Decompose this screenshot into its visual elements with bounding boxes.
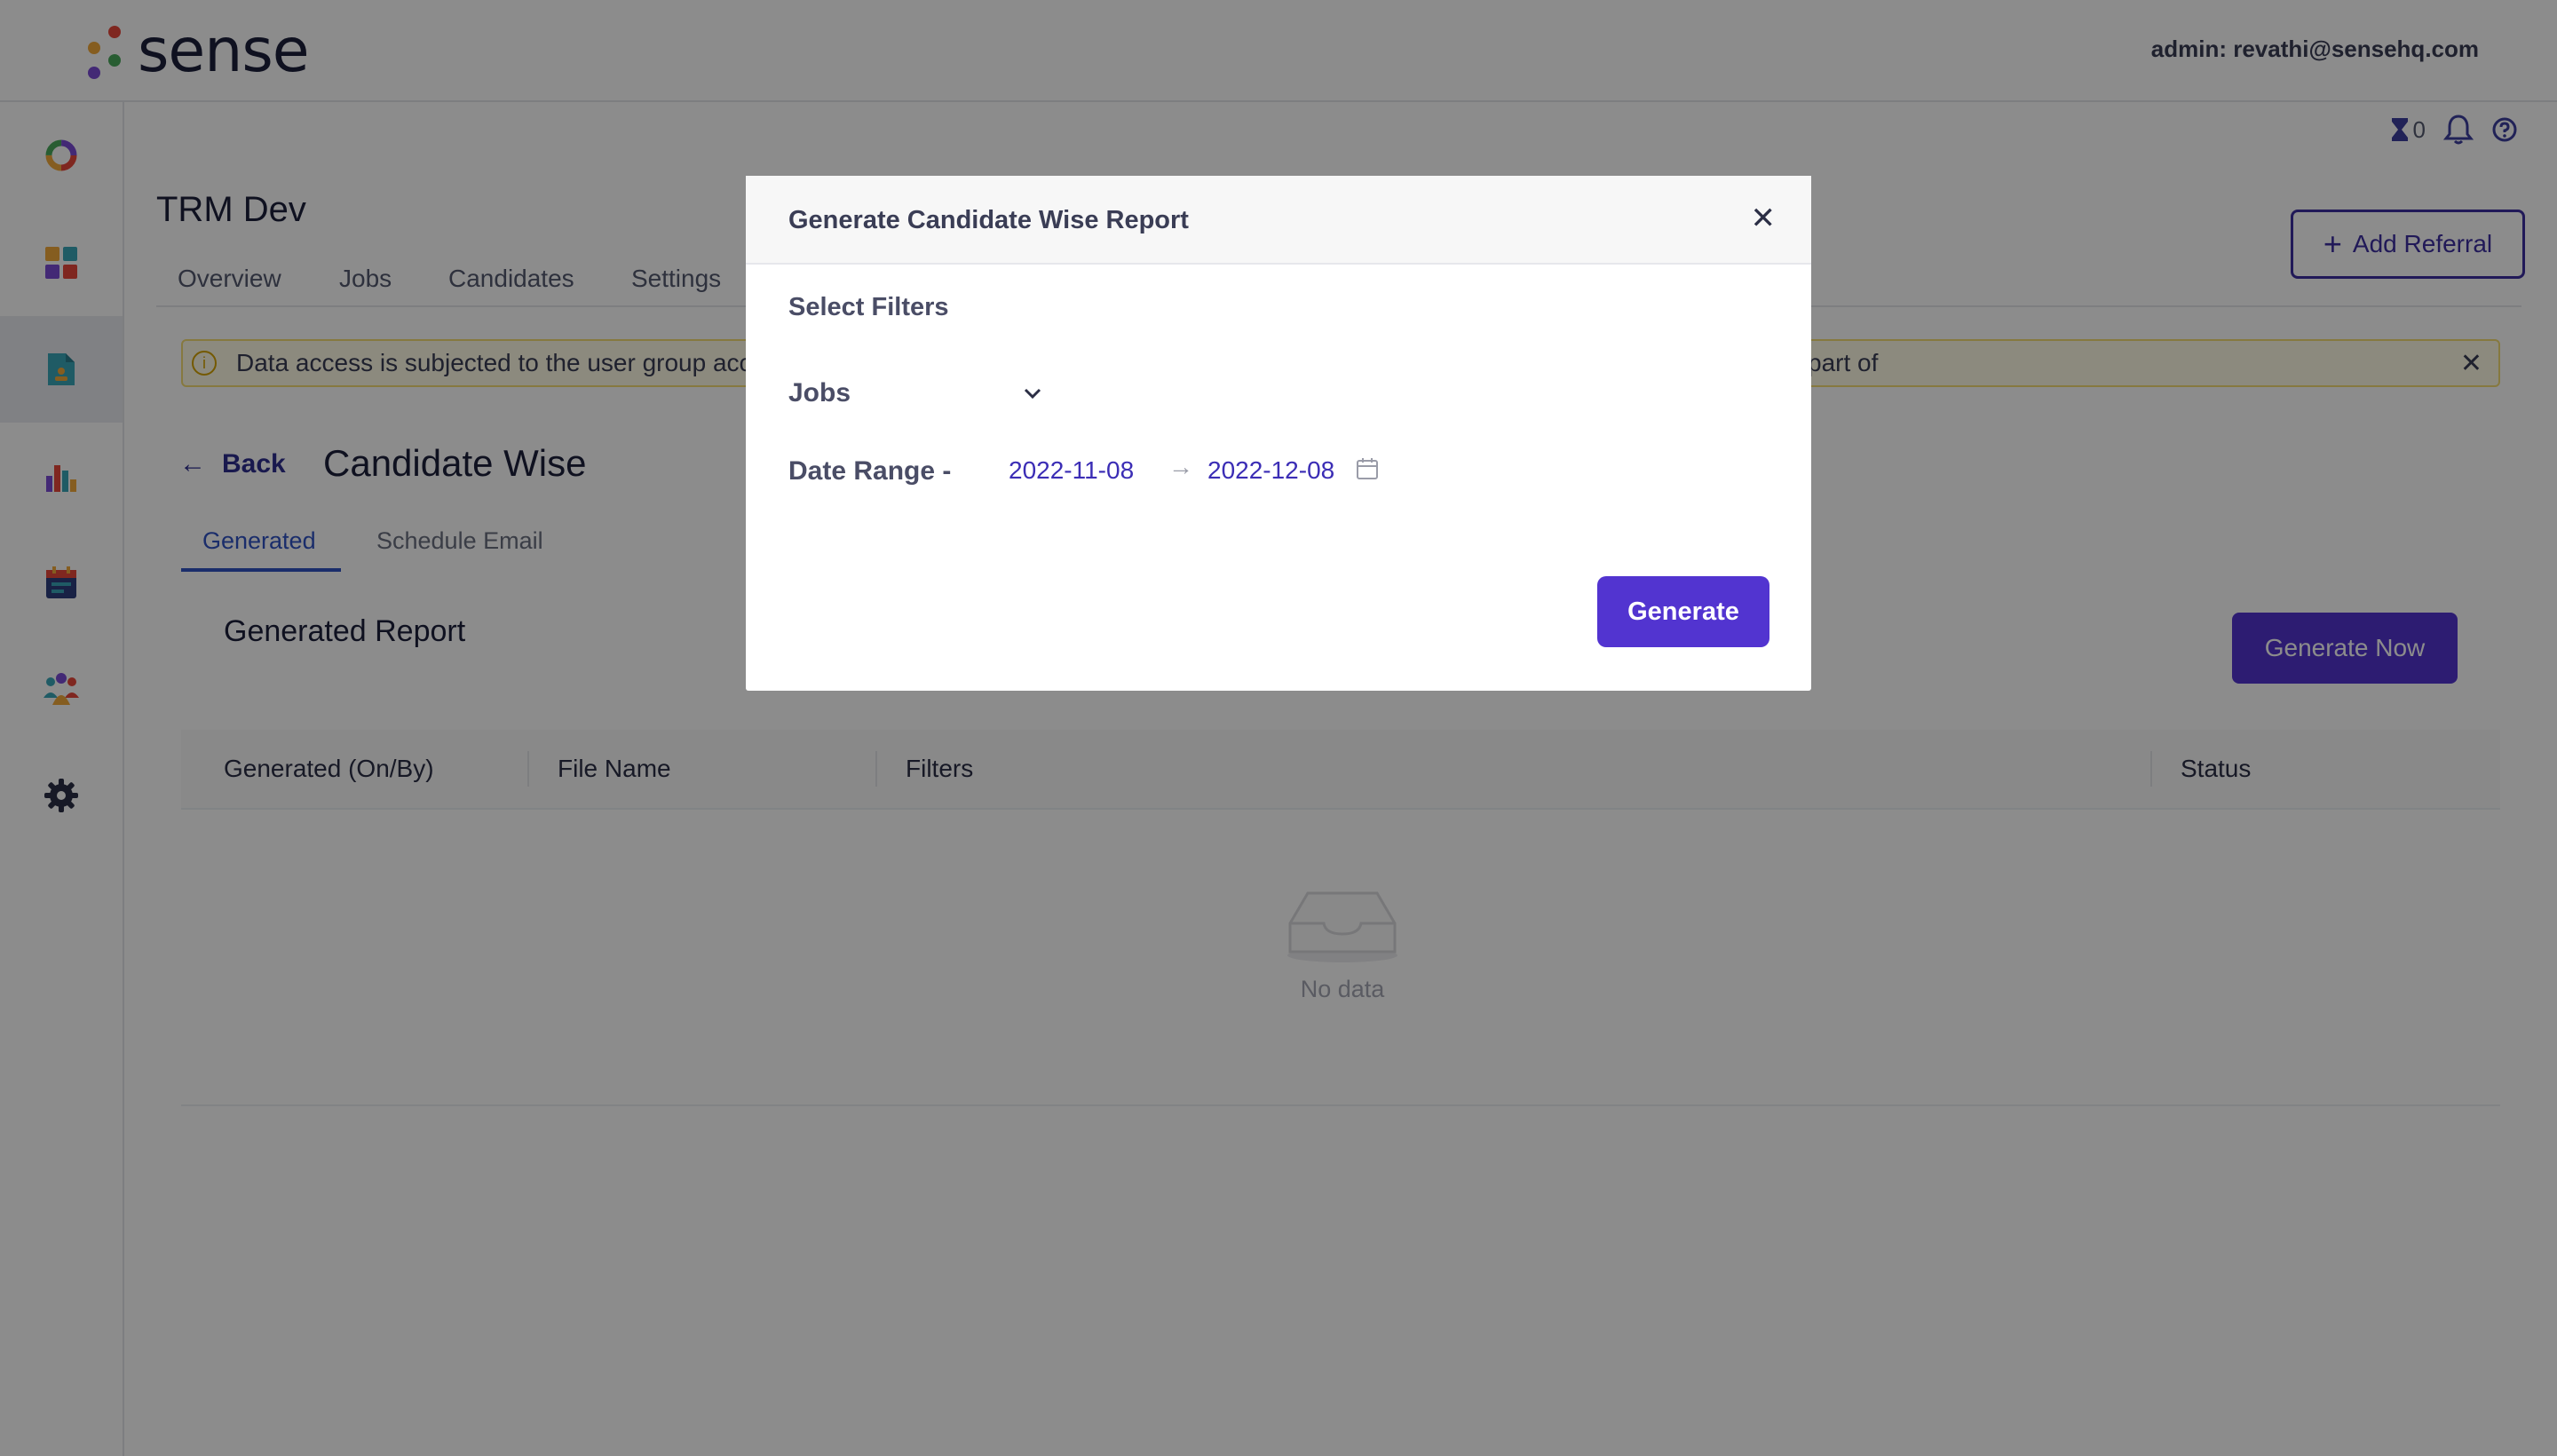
- generate-report-modal: Generate Candidate Wise Report ✕ Select …: [746, 176, 1811, 691]
- modal-title: Generate Candidate Wise Report: [788, 206, 1189, 234]
- select-filters-label: Select Filters: [788, 293, 949, 321]
- modal-close-icon[interactable]: ✕: [1751, 201, 1777, 236]
- modal-header: Generate Candidate Wise Report ✕: [746, 176, 1811, 265]
- date-range-picker[interactable]: 2022-11-08 → 2022-12-08: [1009, 447, 1435, 490]
- jobs-select-label: Jobs: [788, 378, 851, 408]
- date-range-label: Date Range -: [788, 456, 952, 486]
- date-arrow-icon: →: [1168, 453, 1193, 480]
- end-date-input[interactable]: 2022-12-08: [1207, 456, 1334, 485]
- generate-button[interactable]: Generate: [1597, 576, 1769, 647]
- jobs-filter-select[interactable]: Jobs: [788, 373, 1055, 414]
- chevron-down-icon: [1024, 388, 1041, 400]
- calendar-picker-icon[interactable]: [1355, 456, 1380, 481]
- start-date-input[interactable]: 2022-11-08: [1009, 456, 1134, 485]
